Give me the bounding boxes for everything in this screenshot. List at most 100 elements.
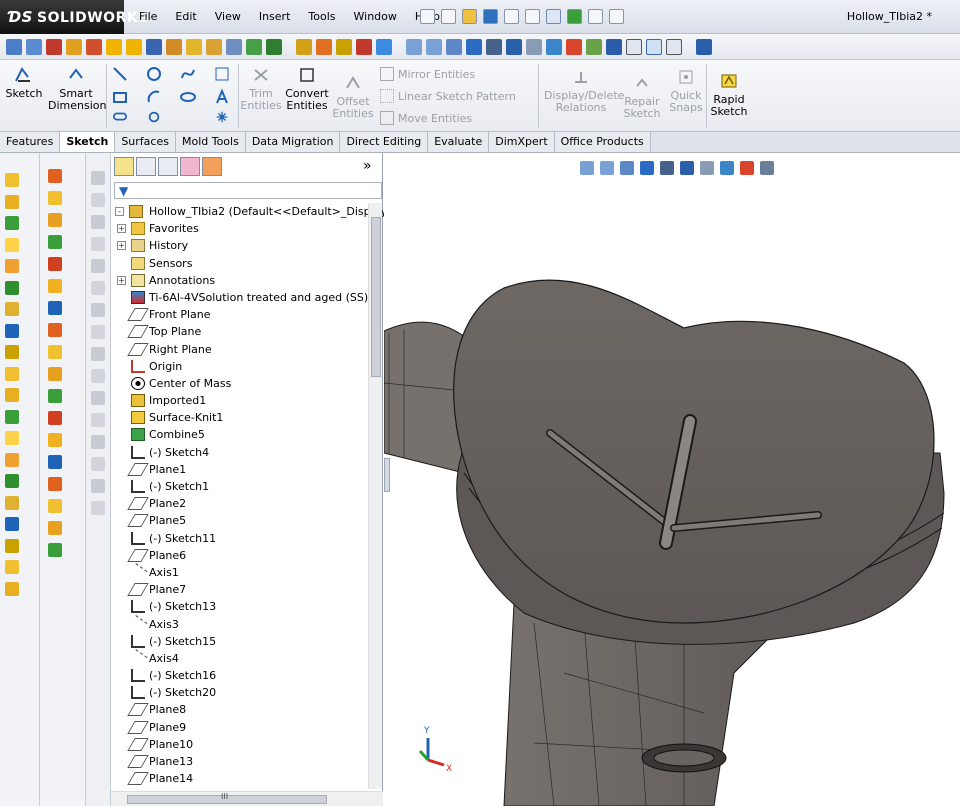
tree-item[interactable]: (-) Sketch4 [113, 444, 367, 461]
tool-c-icon[interactable] [336, 38, 352, 55]
normal-to-icon[interactable] [696, 38, 712, 55]
ltb2-tool-icon[interactable] [48, 389, 62, 403]
display-manager-tab-icon[interactable] [202, 157, 222, 176]
tree-item[interactable]: (-) Sketch15 [113, 633, 367, 650]
undo-icon[interactable] [525, 9, 540, 24]
ltb1-tool-icon[interactable] [5, 280, 19, 295]
ltb3-tool-icon[interactable] [91, 193, 105, 207]
tab-sketch[interactable]: Sketch [60, 132, 116, 152]
ltb1-tool-icon[interactable] [5, 366, 19, 381]
ellipse-tool-icon[interactable] [180, 89, 196, 105]
checkbox-icon-2[interactable] [126, 38, 142, 55]
ltb2-tool-icon[interactable] [48, 301, 62, 315]
tree-item[interactable]: Axis1 [113, 563, 367, 582]
panel-collapse-handle[interactable] [384, 458, 390, 492]
spell-check-icon[interactable] [6, 38, 22, 55]
tree-item[interactable]: Imported1 [113, 392, 367, 409]
ltb1-tool-icon[interactable] [5, 173, 19, 187]
tree-item[interactable]: Front Plane [113, 306, 367, 323]
ltb1-tool-icon[interactable] [5, 194, 19, 209]
move-entities-button[interactable]: Move Entities [380, 111, 472, 125]
display-delete-relations-button[interactable]: Display/Delete Relations [544, 68, 624, 114]
tree-item[interactable]: Plane7 [113, 581, 367, 598]
ltb1-tool-icon[interactable] [5, 259, 19, 273]
ltb3-tool-icon[interactable] [91, 479, 105, 493]
line-tool-icon[interactable] [112, 66, 128, 82]
view-settings-icon[interactable] [606, 38, 622, 55]
dimxpert-manager-tab-icon[interactable] [180, 157, 200, 176]
tab-direct-editing[interactable]: Direct Editing [340, 132, 429, 152]
expand-icon[interactable]: + [117, 275, 126, 285]
menu-tools[interactable]: Tools [299, 0, 344, 34]
appearance-icon[interactable] [546, 38, 562, 55]
solidworks-logo[interactable]: ƊS SOLIDWORKS [0, 0, 148, 34]
ltb3-tool-icon[interactable] [91, 215, 105, 229]
ltb1-tool-icon[interactable] [5, 560, 19, 574]
menu-edit[interactable]: Edit [166, 0, 205, 34]
ltb1-tool-icon[interactable] [5, 517, 19, 531]
import-icon[interactable] [246, 38, 262, 55]
tree-item[interactable]: (-) Sketch16 [113, 667, 367, 684]
tree-item[interactable]: Plane10 [113, 736, 367, 753]
ltb3-tool-icon[interactable] [91, 369, 105, 383]
graphics-area[interactable]: Y X [384, 153, 960, 806]
view-orientation-icon[interactable] [486, 38, 502, 55]
move-icon[interactable] [206, 38, 222, 55]
sum-icon[interactable] [146, 38, 162, 55]
text-tool-icon[interactable] [214, 66, 230, 82]
checkbox-icon[interactable] [106, 38, 122, 55]
ltb3-tool-icon[interactable] [91, 171, 105, 185]
tree-item[interactable]: + Favorites [113, 220, 367, 237]
scroll-thumb[interactable] [371, 217, 381, 377]
tree-item[interactable]: (-) Sketch20 [113, 684, 367, 701]
print-icon[interactable] [504, 9, 519, 24]
ltb2-tool-icon[interactable] [48, 543, 62, 557]
ltb1-tool-icon[interactable] [5, 495, 19, 510]
sketch-text-icon[interactable] [214, 89, 230, 105]
menu-file[interactable]: File [130, 0, 166, 34]
grid-icon[interactable] [226, 38, 242, 55]
sketch-button[interactable]: Sketch [4, 66, 44, 100]
tree-item[interactable]: Surface-Knit1 [113, 409, 367, 426]
spline-tool-icon[interactable] [180, 66, 196, 82]
smart-dimension-button[interactable]: Smart Dimension [48, 66, 106, 112]
pin-icon[interactable] [420, 9, 435, 24]
ltb3-tool-icon[interactable] [91, 259, 105, 273]
expand-icon[interactable]: + [117, 224, 126, 234]
find-icon[interactable] [26, 38, 42, 55]
ltb1-tool-icon[interactable] [5, 388, 19, 402]
ltb3-tool-icon[interactable] [91, 391, 105, 405]
ltb2-tool-icon[interactable] [48, 257, 62, 271]
tree-item[interactable]: (-) Sketch13 [113, 598, 367, 615]
ltb3-tool-icon[interactable] [91, 347, 105, 361]
tree-item[interactable]: Right Plane [113, 341, 367, 358]
point-tool-icon[interactable] [214, 110, 230, 124]
configuration-manager-tab-icon[interactable] [158, 157, 178, 176]
offset-entities-button[interactable]: Offset Entities [332, 74, 374, 120]
ltb2-tool-icon[interactable] [48, 411, 62, 425]
quick-snaps-button[interactable]: Quick Snaps [666, 68, 706, 114]
tool-d-icon[interactable] [356, 38, 372, 55]
ltb2-tool-icon[interactable] [48, 323, 62, 337]
symbol-icon[interactable] [166, 38, 182, 55]
tree-vertical-scrollbar[interactable] [368, 203, 382, 789]
tree-item[interactable]: Combine5 [113, 426, 367, 443]
ltb2-tool-icon[interactable] [48, 345, 62, 359]
tree-item[interactable]: Center of Mass [113, 375, 367, 392]
section-icon[interactable] [86, 38, 102, 55]
polygon-tool-icon[interactable] [146, 110, 162, 124]
ltb2-tool-icon[interactable] [48, 213, 62, 227]
menu-insert[interactable]: Insert [250, 0, 300, 34]
ltb1-tool-icon[interactable] [5, 302, 19, 316]
tree-root[interactable]: - Hollow_TIbia2 (Default<<Default>_Displ… [113, 203, 387, 220]
circle-tool-icon[interactable] [146, 66, 162, 82]
mirror-entities-button[interactable]: Mirror Entities [380, 67, 475, 81]
tree-item[interactable]: Plane1 [113, 461, 367, 478]
ltb3-tool-icon[interactable] [91, 413, 105, 427]
render-icon[interactable] [586, 38, 602, 55]
rapid-sketch-button[interactable]: Rapid Sketch [708, 72, 750, 118]
ltb2-tool-icon[interactable] [48, 169, 62, 183]
ltb3-tool-icon[interactable] [91, 325, 105, 339]
tool-e-icon[interactable] [376, 38, 392, 55]
tab-dimxpert[interactable]: DimXpert [489, 132, 555, 152]
